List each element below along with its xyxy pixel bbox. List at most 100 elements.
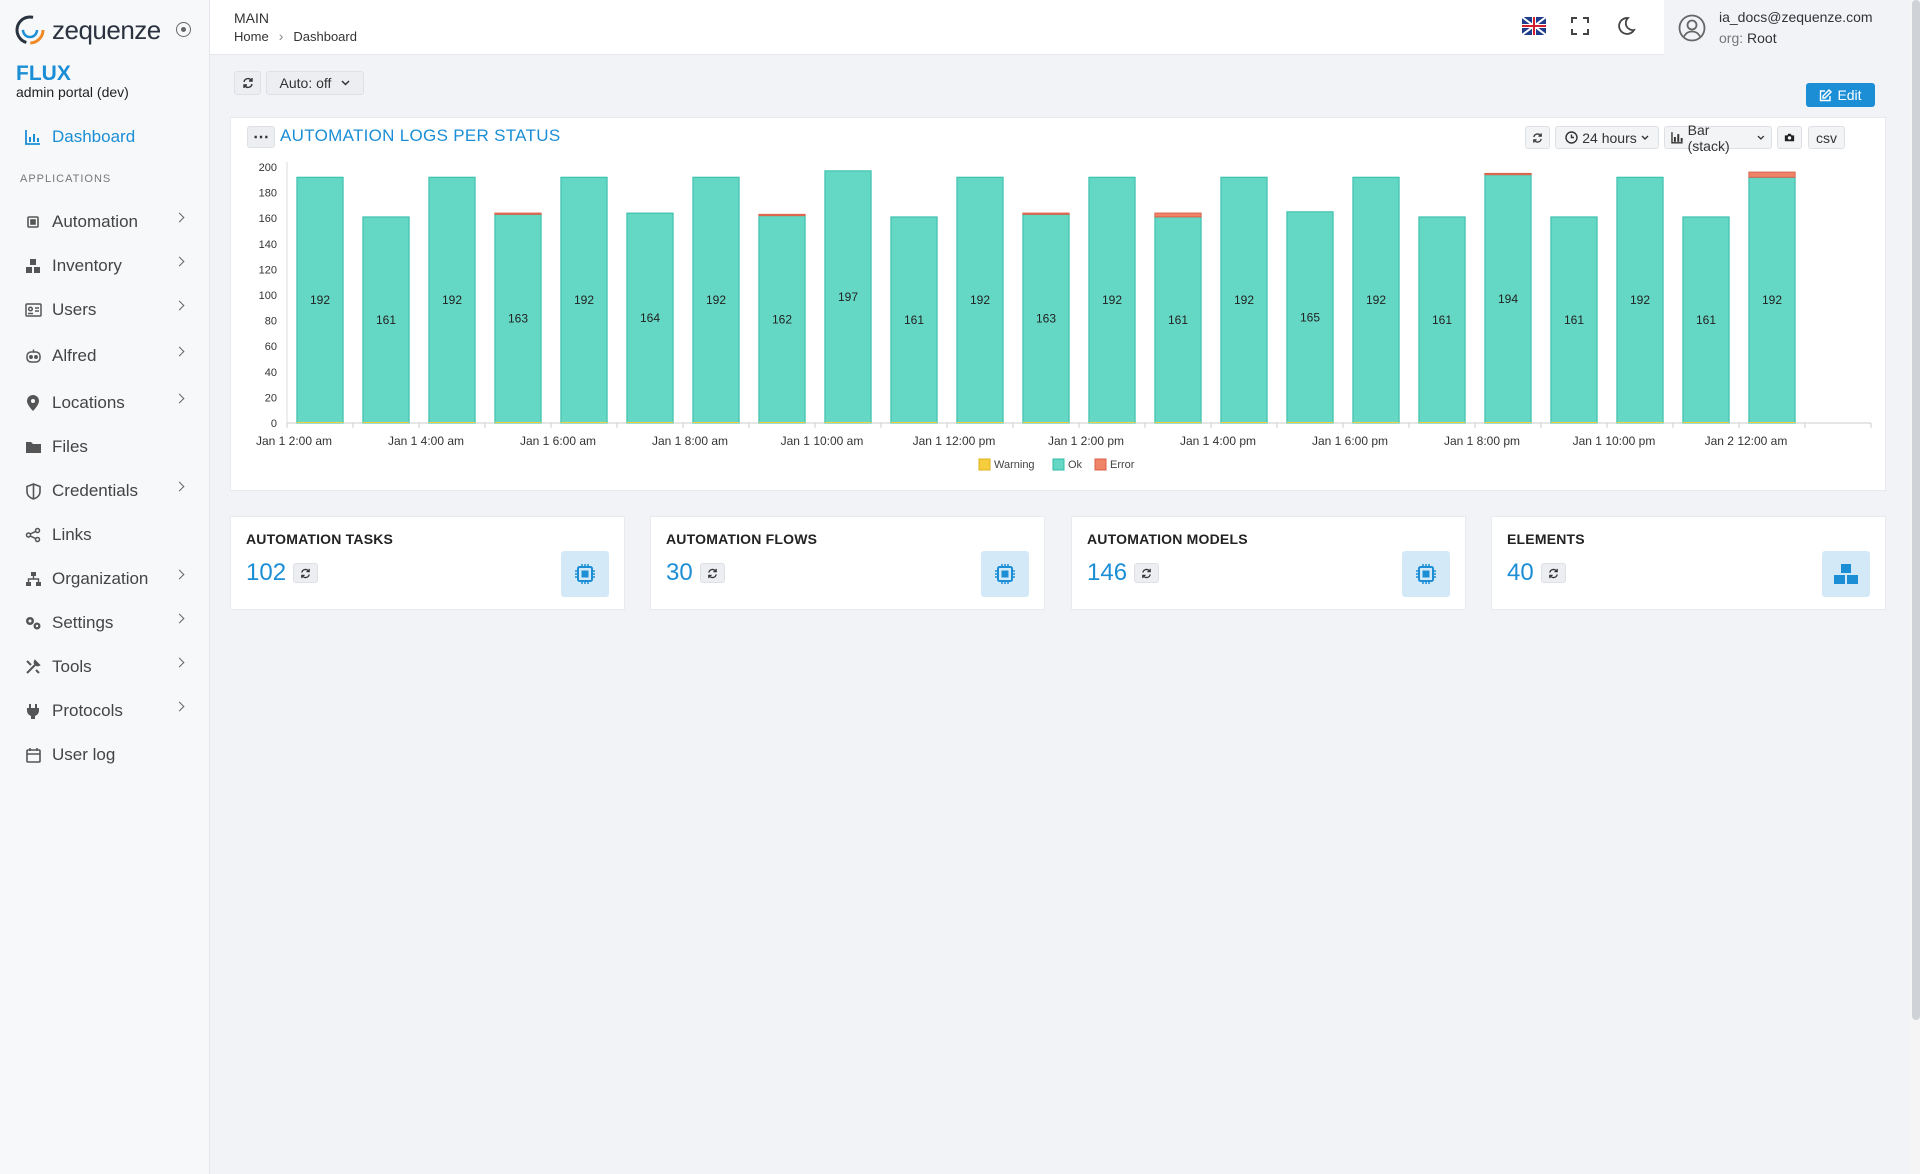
sidebar-item-locations[interactable]: Locations — [0, 383, 209, 423]
refresh-icon — [301, 568, 310, 578]
legend-swatch-error — [1094, 458, 1107, 471]
chevron-right-icon — [174, 256, 185, 267]
y-tick-label: 0 — [271, 418, 277, 430]
bar-data-label: 163 — [1036, 312, 1056, 326]
chevron-right-icon — [174, 701, 185, 712]
folder-icon — [24, 438, 42, 456]
sidebar-item-label: User log — [52, 745, 116, 764]
y-tick-label: 100 — [259, 290, 277, 302]
logo[interactable]: zequenze — [14, 14, 161, 46]
boxes-icon — [24, 257, 42, 275]
chevron-right-icon — [174, 613, 185, 624]
card-title: AUTOMATION TASKS — [246, 531, 394, 547]
card-refresh-button[interactable] — [1134, 563, 1159, 583]
card-value[interactable]: 40 — [1507, 559, 1534, 587]
chevron-right-icon — [174, 393, 185, 404]
bar-error — [1154, 212, 1202, 218]
edit-button[interactable]: Edit — [1806, 83, 1875, 107]
y-tick-label: 60 — [265, 341, 277, 353]
user-org: org: Root — [1719, 30, 1777, 46]
sidebar-item-tools[interactable]: Tools — [0, 647, 209, 687]
bar-error — [1748, 171, 1796, 178]
x-tick-label: Jan 1 8:00 pm — [1444, 434, 1520, 448]
boxes-icon — [1822, 551, 1870, 597]
bar-data-label: 192 — [1762, 293, 1782, 307]
page-section-title: MAIN — [234, 10, 269, 26]
shield-icon — [24, 482, 42, 500]
sidebar-item-label: Dashboard — [52, 127, 136, 146]
gears-icon — [24, 614, 42, 632]
dark-mode-moon-icon[interactable] — [1616, 16, 1638, 38]
sidebar-item-label: Organization — [52, 569, 149, 588]
user-menu[interactable]: ia_docs@zequenze.com org: Root — [1664, 0, 1920, 55]
x-tick-label: Jan 1 2:00 pm — [1048, 434, 1124, 448]
sidebar-item-automation[interactable]: Automation — [0, 202, 209, 242]
bar-data-label: 161 — [1564, 313, 1584, 327]
sidebar-item-label: Automation — [52, 212, 138, 231]
sidebar-item-inventory[interactable]: Inventory — [0, 246, 209, 286]
card-refresh-button[interactable] — [293, 563, 318, 583]
user-email: ia_docs@zequenze.com — [1719, 9, 1873, 25]
pin-sidebar-icon[interactable] — [176, 22, 191, 37]
sidebar-item-label: Inventory — [52, 256, 122, 275]
sidebar-item-settings[interactable]: Settings — [0, 603, 209, 643]
y-tick-label: 160 — [259, 213, 277, 225]
bar-data-label: 161 — [904, 313, 924, 327]
bar-data-label: 165 — [1300, 310, 1320, 324]
stacked-bar-chart: 0 20 40 60 80 100 120 140 160 180 200 Jan 1 2:00 am… — [256, 162, 1872, 471]
sidebar-item-credentials[interactable]: Credentials — [0, 471, 209, 511]
chevron-right-icon — [174, 569, 185, 580]
zequenze-logo-icon — [15, 15, 45, 45]
sidebar-item-label: Users — [52, 300, 97, 319]
brand-name: FLUX — [16, 62, 71, 85]
scrollbar-thumb[interactable] — [1912, 0, 1920, 1020]
sitemap-icon — [24, 570, 42, 588]
bar-data-label: 161 — [1696, 313, 1716, 327]
stat-card-elements: ELEMENTS 40 — [1491, 516, 1886, 610]
chevron-right-icon — [174, 346, 185, 357]
user-circle-icon — [1678, 14, 1706, 42]
auto-refresh-dropdown[interactable]: Auto: off — [266, 71, 364, 95]
refresh-icon — [708, 568, 717, 578]
chevron-down-icon — [341, 80, 350, 86]
y-tick-label: 120 — [259, 264, 277, 276]
sidebar: zequenze FLUX admin portal (dev) Dashboa… — [0, 0, 210, 1174]
sidebar-item-user-log[interactable]: User log — [0, 735, 209, 775]
fullscreen-icon[interactable] — [1570, 16, 1592, 38]
card-title: AUTOMATION MODELS — [1087, 531, 1248, 547]
refresh-icon — [1142, 568, 1151, 578]
stat-card-automation-tasks: AUTOMATION TASKS 102 — [230, 516, 625, 610]
x-tick-label: Jan 1 6:00 pm — [1312, 434, 1388, 448]
sidebar-item-alfred[interactable]: Alfred — [0, 336, 209, 376]
sidebar-item-links[interactable]: Links — [0, 515, 209, 555]
sidebar-item-protocols[interactable]: Protocols — [0, 691, 209, 731]
bar-data-label: 194 — [1498, 292, 1518, 306]
sidebar-item-users[interactable]: Users — [0, 290, 209, 330]
sidebar-item-files[interactable]: Files — [0, 427, 209, 467]
card-value[interactable]: 30 — [666, 559, 693, 587]
sidebar-item-label: Alfred — [52, 346, 97, 365]
card-refresh-button[interactable] — [700, 563, 725, 583]
chevron-right-icon: › — [278, 28, 284, 44]
legend-label-error: Error — [1110, 459, 1135, 471]
calendar-icon — [24, 746, 42, 764]
bar-data-label: 161 — [1432, 313, 1452, 327]
card-refresh-button[interactable] — [1541, 563, 1566, 583]
sidebar-item-organization[interactable]: Organization — [0, 559, 209, 599]
id-card-icon — [24, 301, 42, 319]
edit-label: Edit — [1837, 87, 1862, 103]
bar-data-label: 192 — [1630, 293, 1650, 307]
logo-text: zequenze — [52, 14, 161, 45]
cpu-icon — [561, 551, 609, 597]
robot-icon — [24, 347, 42, 365]
bar-error — [1022, 212, 1070, 215]
refresh-dashboard-button[interactable] — [234, 71, 261, 95]
card-title: AUTOMATION FLOWS — [666, 531, 818, 547]
x-tick-label: Jan 1 10:00 pm — [1573, 434, 1656, 448]
card-value[interactable]: 102 — [246, 559, 286, 587]
breadcrumb-home[interactable]: Home — [234, 29, 269, 44]
card-value[interactable]: 146 — [1087, 559, 1127, 587]
cpu-icon — [1402, 551, 1450, 597]
sidebar-item-dashboard[interactable]: Dashboard — [0, 117, 209, 157]
uk-flag-icon[interactable] — [1522, 17, 1546, 35]
